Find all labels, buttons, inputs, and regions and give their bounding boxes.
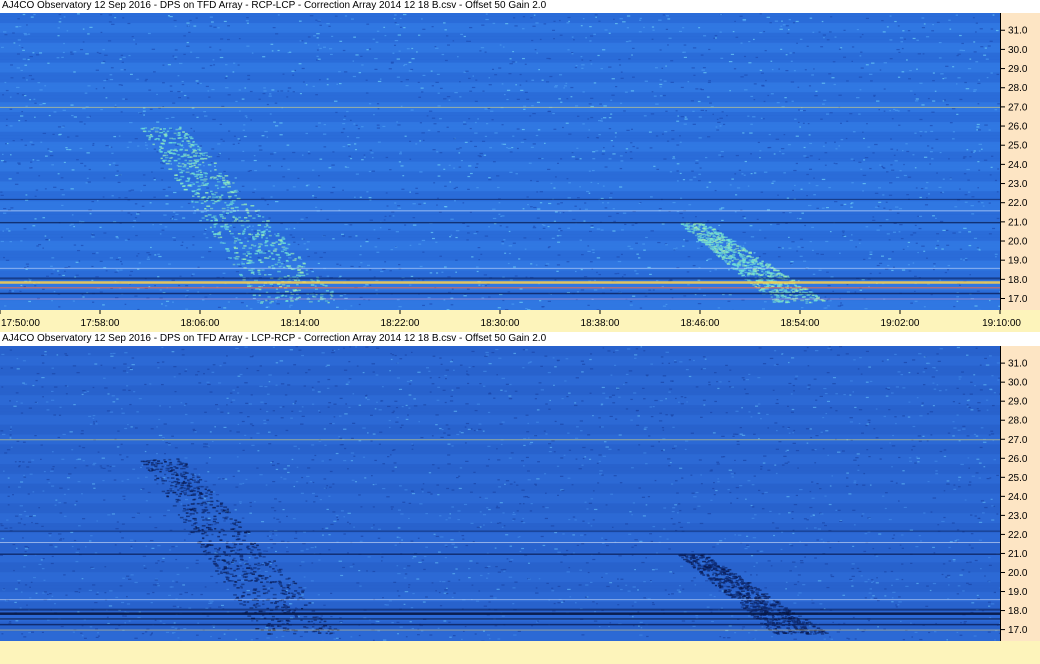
- frequency-tick-label: 21.0: [1008, 549, 1028, 560]
- frequency-tick-label: 28.0: [1008, 83, 1028, 94]
- frequency-tick-label: 20.0: [1008, 568, 1028, 579]
- frequency-tick-label: 27.0: [1008, 102, 1028, 113]
- frequency-tick-label: 23.0: [1008, 511, 1028, 522]
- frequency-tick-label: 31.0: [1008, 359, 1028, 370]
- frequency-tick-label: 28.0: [1008, 416, 1028, 427]
- frequency-tick-label: 18.0: [1008, 275, 1028, 286]
- frequency-tick-label: 17.0: [1008, 625, 1028, 636]
- frequency-axis-panel-1: 17.0 18.0 19.0 20.0 21.0 22.0 23.0 24.0 25.0 26.0…: [1000, 13, 1040, 310]
- time-tick-label: 18:54:00: [781, 318, 820, 329]
- time-tick-label: 18:46:00: [681, 318, 720, 329]
- frequency-tick-label: 18.0: [1008, 606, 1028, 617]
- spectrogram-canvas: [0, 13, 1000, 310]
- time-tick-label: 19:10:00: [982, 318, 1021, 329]
- frequency-tick-label: 26.0: [1008, 454, 1028, 465]
- frequency-tick-label: 29.0: [1008, 397, 1028, 408]
- spectrogram-title-rcp-lcp: AJ4CO Observatory 12 Sep 2016 - DPS on T…: [2, 0, 547, 11]
- time-tick-label: 18:14:00: [281, 318, 320, 329]
- frequency-tick-label: 19.0: [1008, 587, 1028, 598]
- frequency-tick-label: 24.0: [1008, 492, 1028, 503]
- spectrogram-plot-lcp-rcp: [0, 346, 1000, 641]
- time-tick-label: 18:06:00: [181, 318, 220, 329]
- time-tick-label: 17:50:00: [1, 318, 40, 329]
- frequency-tick-label: 19.0: [1008, 256, 1028, 267]
- frequency-tick-label: 30.0: [1008, 45, 1028, 56]
- frequency-tick-label: 22.0: [1008, 530, 1028, 541]
- frequency-tick-label: 17.0: [1008, 294, 1028, 305]
- frequency-axis-panel-2: 17.0 18.0 19.0 20.0 21.0 22.0 23.0 24.0 25.0 26.0…: [1000, 346, 1040, 641]
- frequency-tick-label: 22.0: [1008, 198, 1028, 209]
- time-tick-label: 18:38:00: [581, 318, 620, 329]
- time-axis-bar: 17:50:00 17:58:00 18:06:00 18:14:00 18:22:00…: [0, 310, 1040, 332]
- frequency-tick-label: 25.0: [1008, 141, 1028, 152]
- spectrogram-canvas: [0, 346, 1000, 641]
- time-tick-label: 18:22:00: [381, 318, 420, 329]
- frequency-tick-label: 21.0: [1008, 217, 1028, 228]
- frequency-tick-label: 23.0: [1008, 179, 1028, 190]
- frequency-tick-label: 31.0: [1008, 26, 1028, 37]
- time-tick-label: 18:30:00: [481, 318, 520, 329]
- frequency-tick-label: 29.0: [1008, 64, 1028, 75]
- frequency-tick-label: 30.0: [1008, 378, 1028, 389]
- time-tick-label: 19:02:00: [881, 318, 920, 329]
- time-tick-label: 17:58:00: [81, 318, 120, 329]
- frequency-tick-label: 20.0: [1008, 237, 1028, 248]
- spectrogram-plot-rcp-lcp: [0, 13, 1000, 310]
- bottom-bar: [0, 641, 1040, 664]
- frequency-tick-label: 27.0: [1008, 435, 1028, 446]
- spectrogram-title-lcp-rcp: AJ4CO Observatory 12 Sep 2016 - DPS on T…: [2, 333, 547, 344]
- frequency-tick-label: 24.0: [1008, 160, 1028, 171]
- frequency-tick-label: 25.0: [1008, 473, 1028, 484]
- frequency-tick-label: 26.0: [1008, 122, 1028, 133]
